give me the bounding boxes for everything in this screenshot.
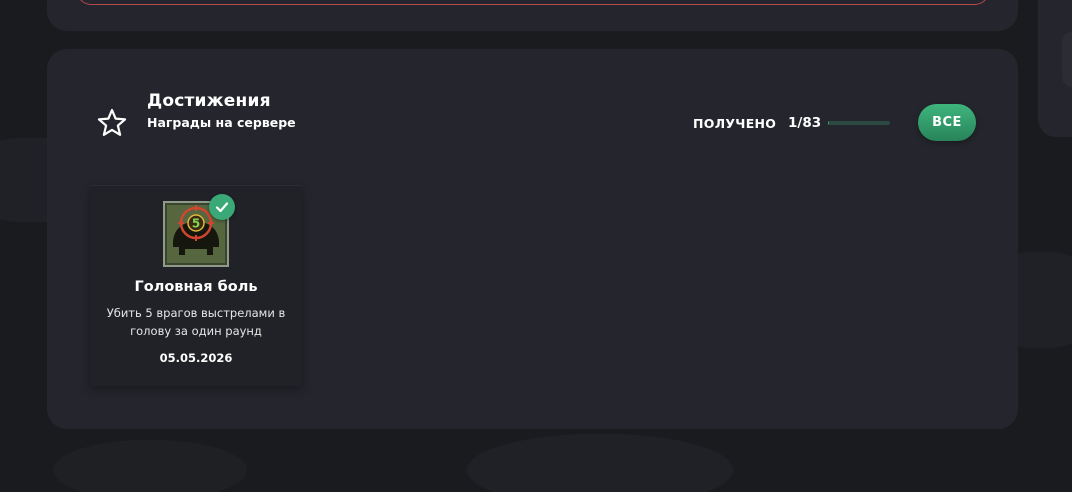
achievements-progress-fill xyxy=(828,121,829,125)
star-icon xyxy=(97,108,127,136)
top-input-field[interactable] xyxy=(77,0,989,5)
achievement-description: Убить 5 врагов выстрелами в голову за од… xyxy=(106,306,286,338)
achievement-date: 05.05.2026 xyxy=(159,351,233,365)
panel-subtitle: Награды на сервере xyxy=(147,115,296,130)
achievement-title: Головная боль xyxy=(134,279,258,295)
received-label: ПОЛУЧЕНО xyxy=(693,116,777,131)
all-achievements-button[interactable]: ВСЕ xyxy=(918,104,976,141)
received-count: 1/83 xyxy=(788,115,822,131)
achievement-icon-wrap: 5 xyxy=(163,194,235,267)
right-side-panel xyxy=(1038,0,1072,137)
achievement-icon-number: 5 xyxy=(192,217,200,231)
achievement-card[interactable]: 5 Головная боль Убить 5 врагов выстрелам… xyxy=(90,185,302,386)
right-side-panel-inner[interactable] xyxy=(1062,32,1072,87)
achievements-panel: Достижения Награды на сервере ПОЛУЧЕНО 1… xyxy=(47,49,1018,429)
panel-title: Достижения xyxy=(147,91,271,111)
achievements-progress-bar xyxy=(828,121,890,125)
top-panel xyxy=(47,0,1018,31)
check-icon xyxy=(215,202,229,213)
unlocked-check-badge xyxy=(209,194,235,220)
